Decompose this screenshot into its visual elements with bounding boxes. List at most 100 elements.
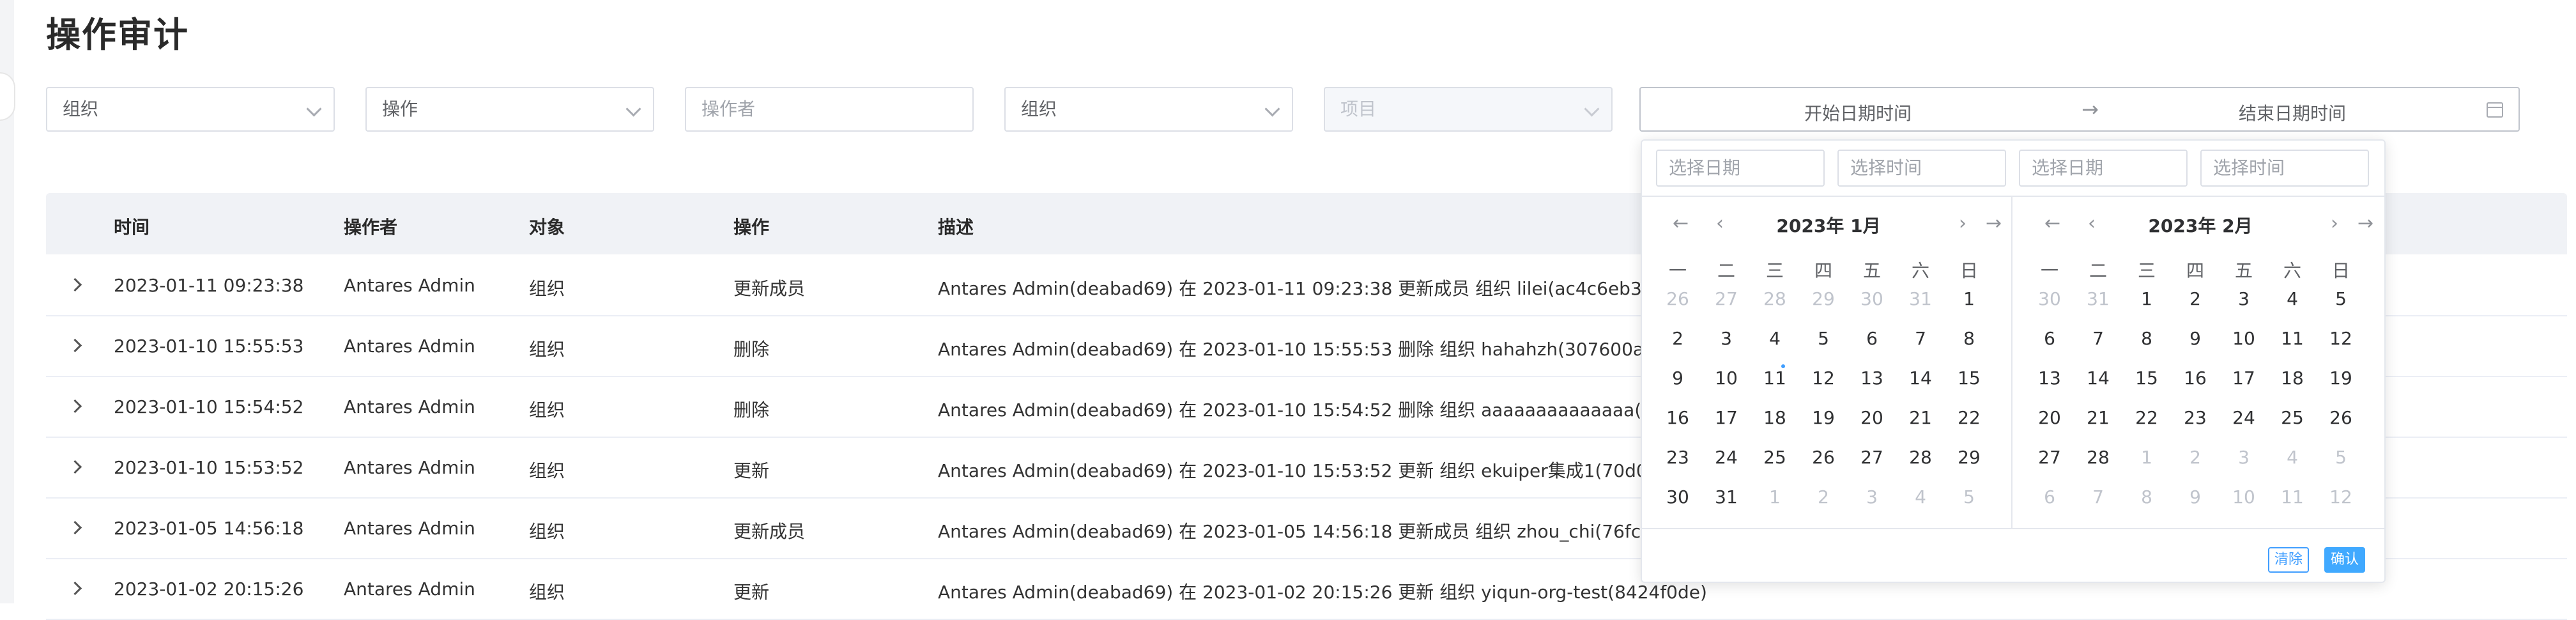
date-cell[interactable]: 9 [2171,479,2220,515]
date-cell[interactable]: 27 [1702,281,1751,317]
chevron-right-icon[interactable] [68,460,82,474]
date-cell[interactable]: 16 [2171,360,2220,396]
chevron-right-icon[interactable] [68,399,82,414]
date-cell[interactable]: 8 [2122,321,2171,357]
date-cell[interactable]: 24 [2220,400,2268,436]
chevron-right-icon[interactable] [68,581,82,596]
today-cell[interactable]: 11 [1751,360,1799,396]
date-cell[interactable]: 5 [1945,479,1993,515]
date-cell[interactable]: 31 [1896,281,1945,317]
date-cell[interactable]: 14 [2074,360,2122,396]
date-cell[interactable]: 17 [1702,400,1751,436]
end-date-input[interactable]: 选择日期 [2019,150,2188,187]
date-cell[interactable]: 6 [2025,479,2074,515]
operation-select[interactable]: 操作 [365,87,654,132]
date-cell[interactable]: 1 [2122,440,2171,476]
date-cell[interactable]: 26 [1799,440,1848,476]
date-cell[interactable]: 31 [2074,281,2122,317]
date-cell[interactable]: 30 [2025,281,2074,317]
date-cell[interactable]: 12 [2317,479,2365,515]
confirm-button[interactable]: 确认 [2324,547,2366,573]
date-cell[interactable]: 28 [2074,440,2122,476]
date-cell[interactable]: 4 [2268,281,2317,317]
next-month-button[interactable]: › [1959,212,1966,235]
date-cell[interactable]: 29 [1945,440,1993,476]
date-cell[interactable]: 22 [2122,400,2171,436]
date-cell[interactable]: 10 [2220,321,2268,357]
date-cell[interactable]: 11 [2268,479,2317,515]
date-cell[interactable]: 5 [2317,281,2365,317]
date-cell[interactable]: 4 [1896,479,1945,515]
date-cell[interactable]: 9 [1653,360,1702,396]
date-cell[interactable]: 3 [2220,440,2268,476]
date-cell[interactable]: 30 [1653,479,1702,515]
date-cell[interactable]: 14 [1896,360,1945,396]
date-cell[interactable]: 23 [1653,440,1702,476]
date-cell[interactable]: 3 [1848,479,1896,515]
date-cell[interactable]: 11 [2268,321,2317,357]
date-cell[interactable]: 2 [2171,440,2220,476]
date-cell[interactable]: 5 [2317,440,2365,476]
chevron-right-icon[interactable] [68,277,82,292]
org-select[interactable]: 组织 [46,87,335,132]
date-cell[interactable]: 1 [1945,281,1993,317]
date-cell[interactable]: 27 [2025,440,2074,476]
date-cell[interactable]: 3 [1702,321,1751,357]
date-cell[interactable]: 6 [1848,321,1896,357]
sidebar-toggle-handle[interactable] [0,72,15,121]
date-cell[interactable]: 19 [1799,400,1848,436]
date-cell[interactable]: 27 [1848,440,1896,476]
date-cell[interactable]: 9 [2171,321,2220,357]
date-cell[interactable]: 4 [2268,440,2317,476]
date-cell[interactable]: 15 [1945,360,1993,396]
chevron-right-icon[interactable] [68,520,82,535]
date-cell[interactable]: 13 [2025,360,2074,396]
date-cell[interactable]: 24 [1702,440,1751,476]
date-cell[interactable]: 3 [2220,281,2268,317]
date-cell[interactable]: 1 [1751,479,1799,515]
date-cell[interactable]: 13 [1848,360,1896,396]
date-cell[interactable]: 28 [1751,281,1799,317]
org-select-2[interactable]: 组织 [1004,87,1293,132]
date-cell[interactable]: 16 [1653,400,1702,436]
date-cell[interactable]: 8 [2122,479,2171,515]
date-cell[interactable]: 26 [2317,400,2365,436]
date-cell[interactable]: 17 [2220,360,2268,396]
next-year-button[interactable]: → [2358,212,2373,235]
date-cell[interactable]: 31 [1702,479,1751,515]
date-cell[interactable]: 30 [1848,281,1896,317]
start-time-input[interactable]: 选择时间 [1837,150,2006,187]
date-cell[interactable]: 20 [2025,400,2074,436]
date-cell[interactable]: 10 [1702,360,1751,396]
date-cell[interactable]: 1 [2122,281,2171,317]
date-cell[interactable]: 22 [1945,400,1993,436]
next-month-button[interactable]: › [2331,212,2338,235]
date-cell[interactable]: 18 [2268,360,2317,396]
date-cell[interactable]: 18 [1751,400,1799,436]
date-cell[interactable]: 2 [2171,281,2220,317]
date-cell[interactable]: 26 [1653,281,1702,317]
date-cell[interactable]: 2 [1653,321,1702,357]
date-range-input[interactable]: 开始日期时间 → 结束日期时间 [1639,87,2520,132]
start-date-placeholder[interactable]: 开始日期时间 [1641,100,2075,125]
date-cell[interactable]: 7 [1896,321,1945,357]
date-cell[interactable]: 23 [2171,400,2220,436]
chevron-right-icon[interactable] [68,338,82,353]
date-cell[interactable]: 20 [1848,400,1896,436]
date-cell[interactable]: 19 [2317,360,2365,396]
end-time-input[interactable]: 选择时间 [2200,150,2369,187]
operator-input[interactable]: 操作者 [685,87,974,132]
next-year-button[interactable]: → [1986,212,2002,235]
date-cell[interactable]: 15 [2122,360,2171,396]
date-cell[interactable]: 2 [1799,479,1848,515]
date-cell[interactable]: 7 [2074,321,2122,357]
date-cell[interactable]: 25 [1751,440,1799,476]
date-cell[interactable]: 29 [1799,281,1848,317]
date-cell[interactable]: 5 [1799,321,1848,357]
date-cell[interactable]: 12 [1799,360,1848,396]
date-cell[interactable]: 21 [2074,400,2122,436]
date-cell[interactable]: 12 [2317,321,2365,357]
date-cell[interactable]: 25 [2268,400,2317,436]
clear-button[interactable]: 清除 [2268,547,2310,573]
date-cell[interactable]: 4 [1751,321,1799,357]
